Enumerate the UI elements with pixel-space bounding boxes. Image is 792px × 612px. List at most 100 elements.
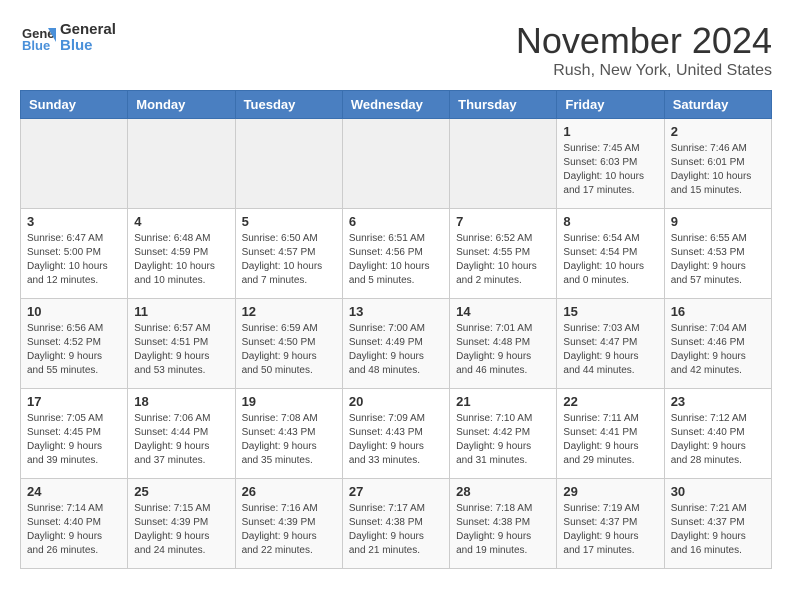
calendar-cell: 26 Sunrise: 7:16 AM Sunset: 4:39 PM Dayli… (235, 479, 342, 569)
day-info: Sunrise: 6:47 AM Sunset: 5:00 PM Dayligh… (27, 232, 121, 288)
day-info: Sunrise: 6:51 AM Sunset: 4:56 PM Dayligh… (349, 232, 443, 288)
day-number: 5 (242, 214, 336, 229)
day-info: Sunrise: 6:59 AM Sunset: 4:50 PM Dayligh… (242, 322, 336, 378)
logo-icon: General Blue (20, 20, 56, 56)
calendar-cell: 11 Sunrise: 6:57 AM Sunset: 4:51 PM Dayli… (128, 299, 235, 389)
day-number: 10 (27, 304, 121, 319)
day-number: 18 (134, 394, 228, 409)
logo-line1: General (60, 22, 116, 39)
day-info: Sunrise: 7:21 AM Sunset: 4:37 PM Dayligh… (671, 502, 765, 558)
calendar-cell (128, 119, 235, 209)
day-info: Sunrise: 7:05 AM Sunset: 4:45 PM Dayligh… (27, 412, 121, 468)
calendar-cell: 5Sunrise: 6:50 AM Sunset: 4:57 PM Daylig… (235, 209, 342, 299)
calendar-subtitle: Rush, New York, United States (516, 62, 772, 80)
calendar-week-2: 10 Sunrise: 6:56 AM Sunset: 4:52 PM Dayli… (21, 299, 772, 389)
day-info: Sunrise: 7:14 AM Sunset: 4:40 PM Dayligh… (27, 502, 121, 558)
calendar-body: 1 Sunrise: 7:45 AM Sunset: 6:03 PM Daylig… (21, 119, 772, 569)
calendar-cell: 1 Sunrise: 7:45 AM Sunset: 6:03 PM Daylig… (557, 119, 664, 209)
day-number: 12 (242, 304, 336, 319)
day-number: 11 (134, 304, 228, 319)
calendar-header-sunday: Sunday (21, 91, 128, 119)
day-number: 23 (671, 394, 765, 409)
calendar-cell: 15 Sunrise: 7:03 AM Sunset: 4:47 PM Dayli… (557, 299, 664, 389)
calendar-week-0: 1 Sunrise: 7:45 AM Sunset: 6:03 PM Daylig… (21, 119, 772, 209)
calendar-table: SundayMondayTuesdayWednesdayThursdayFrid… (20, 90, 772, 569)
day-info: Sunrise: 7:10 AM Sunset: 4:42 PM Dayligh… (456, 412, 550, 468)
day-number: 7 (456, 214, 550, 229)
calendar-header-tuesday: Tuesday (235, 91, 342, 119)
calendar-cell: 20 Sunrise: 7:09 AM Sunset: 4:43 PM Dayli… (342, 389, 449, 479)
calendar-cell: 8 Sunrise: 6:54 AM Sunset: 4:54 PM Daylig… (557, 209, 664, 299)
day-info: Sunrise: 7:16 AM Sunset: 4:39 PM Dayligh… (242, 502, 336, 558)
day-number: 22 (563, 394, 657, 409)
day-number: 2 (671, 124, 765, 139)
calendar-header-wednesday: Wednesday (342, 91, 449, 119)
calendar-cell: 29 Sunrise: 7:19 AM Sunset: 4:37 PM Dayli… (557, 479, 664, 569)
day-number: 1 (563, 124, 657, 139)
day-number: 26 (242, 484, 336, 499)
calendar-header-friday: Friday (557, 91, 664, 119)
day-number: 17 (27, 394, 121, 409)
calendar-cell: 10 Sunrise: 6:56 AM Sunset: 4:52 PM Dayli… (21, 299, 128, 389)
calendar-cell: 19Sunrise: 7:08 AM Sunset: 4:43 PM Dayli… (235, 389, 342, 479)
day-info: Sunrise: 7:45 AM Sunset: 6:03 PM Dayligh… (563, 142, 657, 198)
day-number: 6 (349, 214, 443, 229)
calendar-cell: 17 Sunrise: 7:05 AM Sunset: 4:45 PM Dayli… (21, 389, 128, 479)
calendar-cell: 22 Sunrise: 7:11 AM Sunset: 4:41 PM Dayli… (557, 389, 664, 479)
day-info: Sunrise: 7:00 AM Sunset: 4:49 PM Dayligh… (349, 322, 443, 378)
day-info: Sunrise: 7:03 AM Sunset: 4:47 PM Dayligh… (563, 322, 657, 378)
logo: General Blue General Blue (20, 20, 116, 56)
logo-line2: Blue (60, 38, 116, 55)
day-number: 13 (349, 304, 443, 319)
calendar-cell: 9Sunrise: 6:55 AM Sunset: 4:53 PM Daylig… (664, 209, 771, 299)
day-number: 14 (456, 304, 550, 319)
calendar-cell: 21 Sunrise: 7:10 AM Sunset: 4:42 PM Dayli… (450, 389, 557, 479)
page-header: General Blue General Blue November 2024 … (20, 20, 772, 80)
day-info: Sunrise: 7:11 AM Sunset: 4:41 PM Dayligh… (563, 412, 657, 468)
day-number: 24 (27, 484, 121, 499)
calendar-cell: 27Sunrise: 7:17 AM Sunset: 4:38 PM Dayli… (342, 479, 449, 569)
day-info: Sunrise: 6:54 AM Sunset: 4:54 PM Dayligh… (563, 232, 657, 288)
day-info: Sunrise: 7:15 AM Sunset: 4:39 PM Dayligh… (134, 502, 228, 558)
day-number: 19 (242, 394, 336, 409)
day-number: 15 (563, 304, 657, 319)
calendar-cell: 30 Sunrise: 7:21 AM Sunset: 4:37 PM Dayli… (664, 479, 771, 569)
day-number: 20 (349, 394, 443, 409)
day-info: Sunrise: 7:17 AM Sunset: 4:38 PM Dayligh… (349, 502, 443, 558)
day-info: Sunrise: 6:55 AM Sunset: 4:53 PM Dayligh… (671, 232, 765, 288)
day-info: Sunrise: 6:48 AM Sunset: 4:59 PM Dayligh… (134, 232, 228, 288)
calendar-week-1: 3 Sunrise: 6:47 AM Sunset: 5:00 PM Daylig… (21, 209, 772, 299)
calendar-cell: 23 Sunrise: 7:12 AM Sunset: 4:40 PM Dayli… (664, 389, 771, 479)
calendar-cell (342, 119, 449, 209)
calendar-cell: 25Sunrise: 7:15 AM Sunset: 4:39 PM Dayli… (128, 479, 235, 569)
day-info: Sunrise: 7:09 AM Sunset: 4:43 PM Dayligh… (349, 412, 443, 468)
calendar-cell (21, 119, 128, 209)
day-info: Sunrise: 6:57 AM Sunset: 4:51 PM Dayligh… (134, 322, 228, 378)
calendar-cell: 6 Sunrise: 6:51 AM Sunset: 4:56 PM Daylig… (342, 209, 449, 299)
day-number: 4 (134, 214, 228, 229)
day-info: Sunrise: 7:12 AM Sunset: 4:40 PM Dayligh… (671, 412, 765, 468)
day-info: Sunrise: 7:19 AM Sunset: 4:37 PM Dayligh… (563, 502, 657, 558)
calendar-cell: 7 Sunrise: 6:52 AM Sunset: 4:55 PM Daylig… (450, 209, 557, 299)
day-number: 21 (456, 394, 550, 409)
title-section: November 2024 Rush, New York, United Sta… (516, 20, 772, 80)
day-info: Sunrise: 7:04 AM Sunset: 4:46 PM Dayligh… (671, 322, 765, 378)
day-info: Sunrise: 7:01 AM Sunset: 4:48 PM Dayligh… (456, 322, 550, 378)
calendar-cell: 18 Sunrise: 7:06 AM Sunset: 4:44 PM Dayli… (128, 389, 235, 479)
day-info: Sunrise: 7:06 AM Sunset: 4:44 PM Dayligh… (134, 412, 228, 468)
calendar-header-row: SundayMondayTuesdayWednesdayThursdayFrid… (21, 91, 772, 119)
calendar-week-3: 17 Sunrise: 7:05 AM Sunset: 4:45 PM Dayli… (21, 389, 772, 479)
calendar-header-thursday: Thursday (450, 91, 557, 119)
calendar-cell: 16Sunrise: 7:04 AM Sunset: 4:46 PM Dayli… (664, 299, 771, 389)
day-number: 3 (27, 214, 121, 229)
day-info: Sunrise: 6:52 AM Sunset: 4:55 PM Dayligh… (456, 232, 550, 288)
day-info: Sunrise: 6:56 AM Sunset: 4:52 PM Dayligh… (27, 322, 121, 378)
calendar-cell: 4 Sunrise: 6:48 AM Sunset: 4:59 PM Daylig… (128, 209, 235, 299)
calendar-cell: 24 Sunrise: 7:14 AM Sunset: 4:40 PM Dayli… (21, 479, 128, 569)
day-number: 8 (563, 214, 657, 229)
day-number: 30 (671, 484, 765, 499)
calendar-cell: 14 Sunrise: 7:01 AM Sunset: 4:48 PM Dayli… (450, 299, 557, 389)
day-number: 29 (563, 484, 657, 499)
calendar-cell: 28Sunrise: 7:18 AM Sunset: 4:38 PM Dayli… (450, 479, 557, 569)
calendar-header-saturday: Saturday (664, 91, 771, 119)
